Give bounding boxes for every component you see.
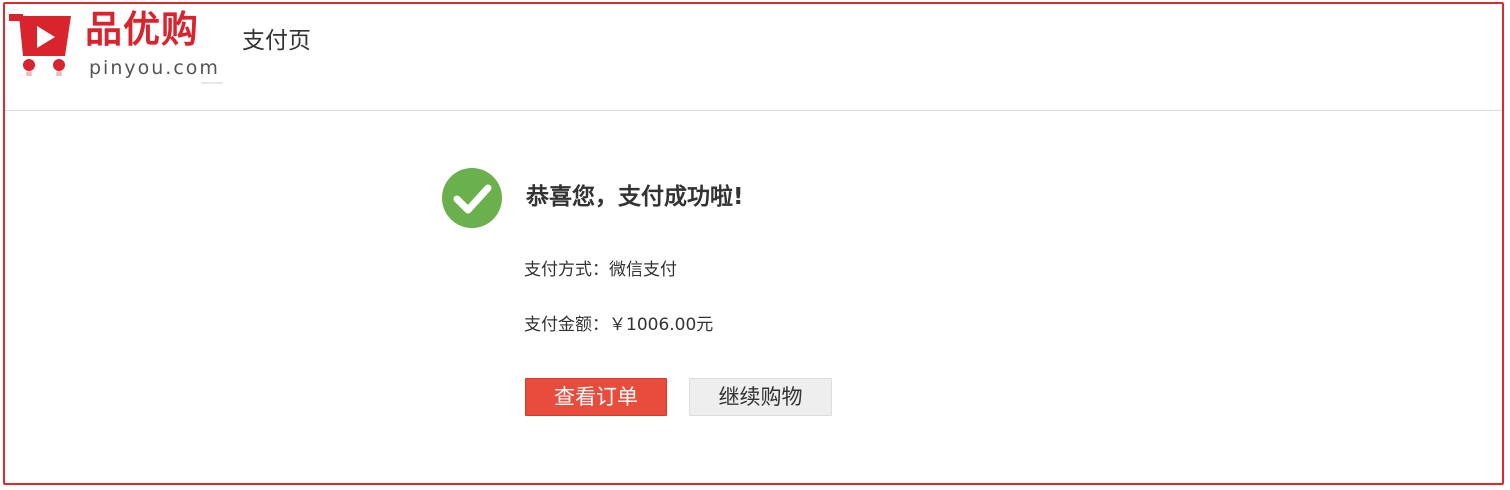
view-order-button[interactable]: 查看订单 [525,378,667,416]
logo[interactable]: 品优购 pinyou.com [5,4,227,88]
logo-text: 品优购 [85,8,199,51]
header: 品优购 pinyou.com 支付页 [5,4,1502,111]
logo-divider [201,82,223,84]
shopping-cart-icon [9,14,71,76]
payment-method-label: 支付方式： [524,260,609,280]
page-title: 支付页 [242,28,311,54]
payment-amount-label: 支付金额： [524,315,609,335]
payment-amount: 支付金额：￥1006.00元 [524,314,713,336]
success-message: 恭喜您，支付成功啦! [526,184,744,210]
continue-shopping-button[interactable]: 继续购物 [689,378,832,416]
payment-result: 恭喜您，支付成功啦! 支付方式：微信支付 支付金额：￥1006.00元 查看订单… [442,168,942,428]
payment-method: 支付方式：微信支付 [524,259,677,281]
logo-domain: pinyou.com [89,57,220,79]
payment-amount-value: ￥1006.00元 [609,315,714,335]
payment-method-value: 微信支付 [609,260,677,280]
check-circle-icon [442,168,502,228]
